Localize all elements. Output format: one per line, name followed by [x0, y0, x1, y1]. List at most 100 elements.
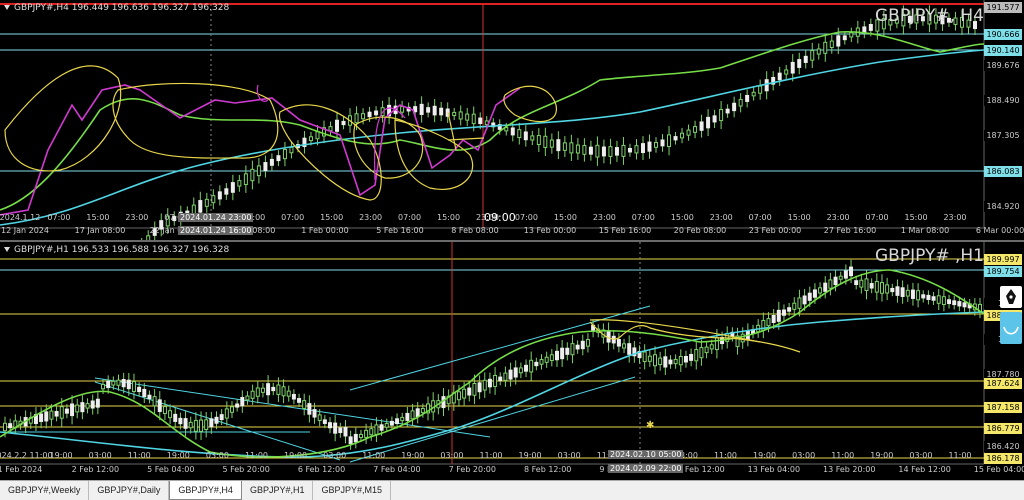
candle-body	[608, 146, 613, 157]
tab-m15[interactable]: GBPJPY#,M15	[313, 481, 391, 500]
candle-body	[862, 26, 867, 33]
candle-body	[663, 356, 668, 368]
candle-body	[565, 347, 570, 355]
h4-date-label: 13 Feb 00:00	[523, 226, 577, 235]
candle-body	[188, 421, 193, 429]
candle-body	[668, 359, 673, 365]
candle-body	[229, 406, 234, 413]
candle-body	[147, 394, 152, 400]
candle-body	[647, 141, 652, 152]
candle-body	[758, 85, 763, 94]
h4-price-label: 190.666	[984, 29, 1022, 40]
candle-body	[575, 344, 580, 350]
candle-body	[291, 393, 296, 400]
candle-body	[54, 410, 59, 417]
candle-body	[315, 131, 320, 140]
h4-date-label: 8 Feb 08:00	[451, 226, 499, 235]
h1-date-label: 8 Feb 12:00	[523, 465, 572, 474]
h1-price-label: 189.754	[984, 266, 1022, 277]
candle-body	[458, 111, 463, 120]
candle-body	[289, 146, 294, 154]
candle-body	[276, 155, 281, 162]
candle-body	[838, 275, 843, 280]
candle-body	[116, 379, 121, 386]
candle-body	[812, 289, 817, 298]
candle-body	[706, 116, 711, 129]
candle-body	[168, 410, 173, 419]
candle-body	[263, 162, 268, 172]
candle-body	[606, 330, 611, 343]
candle-body	[328, 422, 332, 429]
candle-body	[472, 383, 477, 396]
tab-daily[interactable]: GBPJPY#,Daily	[89, 481, 170, 500]
candle-body	[947, 299, 952, 305]
h1-time-label: 19:00	[753, 451, 777, 460]
h4-time-label: 15:00	[553, 213, 577, 222]
h4-time-label: 15:00	[320, 213, 344, 222]
candle-body	[601, 146, 606, 157]
candle-body	[95, 398, 100, 408]
h1-chart[interactable]: ✱ GBPJPY#,H1 196.533 196.588 196.327 196…	[0, 242, 1024, 480]
candle-body	[389, 420, 394, 426]
candle-body	[776, 309, 781, 322]
candle-body	[260, 387, 265, 393]
candle-body	[864, 278, 869, 292]
h1-time-label: 03:00	[88, 451, 112, 460]
candle-body	[8, 423, 13, 429]
candle-body	[282, 148, 287, 160]
h4-time-label: 07:00	[47, 213, 71, 222]
chart-tabs: GBPJPY#,Weekly GBPJPY#,Daily GBPJPY#,H4 …	[0, 480, 1024, 500]
h4-date-label: 12 Jan 2024	[1, 226, 49, 235]
h4-time-label: 07:00	[281, 213, 305, 222]
h4-ellipse-6	[503, 85, 557, 123]
candle-body	[432, 105, 437, 116]
pen-tool-icon[interactable]	[1000, 286, 1022, 308]
candle-body	[523, 131, 528, 141]
h4-time-label: 15:00	[670, 213, 694, 222]
candle-body	[957, 301, 962, 307]
candle-body	[828, 279, 833, 289]
candle-body	[640, 143, 645, 154]
candle-body	[353, 433, 358, 443]
candle-body	[162, 406, 167, 415]
candle-body	[802, 295, 807, 305]
candle-body	[465, 113, 470, 121]
candle-body	[781, 309, 786, 316]
tab-h1[interactable]: GBPJPY#,H1	[242, 481, 314, 500]
candle-body	[673, 136, 678, 141]
h4-candles	[141, 5, 977, 240]
candle-body	[536, 135, 541, 146]
h4-price-label: 186.083	[984, 166, 1022, 177]
h1-time-label: 03:00	[323, 451, 347, 460]
candle-body	[361, 113, 366, 120]
candle-body	[462, 388, 467, 399]
h4-cursor-date: 2024.01.24 23:00	[178, 213, 254, 222]
tab-h4[interactable]: GBPJPY#,H4	[169, 481, 242, 500]
candle-body	[673, 358, 678, 365]
candle-body	[931, 296, 936, 301]
h4-chart[interactable]: GBPJPY#,H4 196.449 196.636 196.327 196.3…	[0, 0, 1024, 240]
tab-weekly[interactable]: GBPJPY#,Weekly	[0, 481, 90, 500]
candle-body	[790, 61, 795, 74]
candle-body	[471, 113, 476, 125]
h1-info-line: GBPJPY#,H1 196.533 196.588 196.327 196.3…	[4, 245, 229, 255]
candle-body	[941, 296, 946, 305]
h4-date-label: 6 Mar 00:00	[975, 226, 1024, 235]
candle-body	[367, 111, 372, 118]
candle-body	[250, 168, 255, 182]
h4-ellipse-3	[278, 104, 382, 201]
candle-body	[237, 180, 242, 187]
candle-body	[627, 147, 632, 153]
candle-body	[183, 418, 188, 429]
h1-time-label: 11:00	[831, 451, 855, 460]
h1-symbol-title: GBPJPY# ,H1	[874, 246, 984, 266]
h1-ma-fast	[0, 269, 985, 458]
candle-body	[549, 354, 554, 362]
candle-body	[503, 372, 508, 381]
candle-body	[456, 391, 461, 401]
h1-time-label: 19:00	[284, 451, 308, 460]
candle-body	[874, 281, 879, 293]
candle-body	[452, 111, 457, 117]
cup-tool-icon[interactable]	[1000, 312, 1022, 344]
candle-body	[478, 117, 483, 124]
